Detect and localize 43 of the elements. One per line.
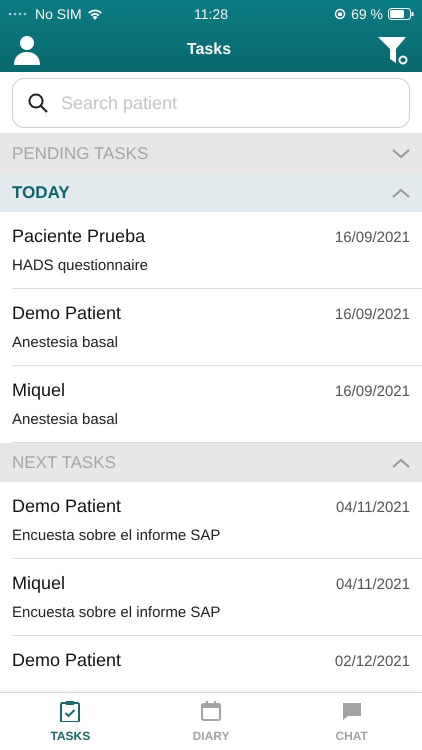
clock-text: 11:28 <box>193 6 229 22</box>
task-date: 04/11/2021 <box>336 576 410 593</box>
chat-bubble-icon <box>340 700 363 722</box>
task-name: Anestesia basal <box>12 411 119 428</box>
calendar-icon <box>200 700 222 722</box>
filter-icon[interactable] <box>378 35 408 65</box>
patient-name: Paciente Prueba <box>12 226 146 247</box>
section-title: NEXT TASKS <box>12 452 116 472</box>
section-header[interactable]: TODAY <box>0 173 422 212</box>
screen-title: Tasks <box>186 41 232 59</box>
section-title: PENDING TASKS <box>12 144 148 164</box>
task-date: 16/09/2021 <box>334 306 410 323</box>
section-title: TODAY <box>12 182 70 202</box>
task-name: HADS questionnaire <box>12 257 149 274</box>
chevron-icon <box>392 148 410 158</box>
task-date: 02/12/2021 <box>334 653 410 670</box>
task-row[interactable]: Demo Patient 04/11/2021 Encuesta sobre el informe SAP <box>12 482 422 559</box>
patient-name: Demo Patient <box>12 650 122 671</box>
search-field[interactable]: Search patient <box>12 78 410 128</box>
task-name: Encuesta sobre el informe SAP <box>12 527 222 544</box>
task-name: Encuesta sobre el informe SAP <box>12 604 222 621</box>
battery-icon <box>388 8 414 20</box>
clipboard-icon <box>59 700 82 722</box>
chevron-icon <box>392 188 410 198</box>
task-name: Anestesia basal <box>12 334 119 351</box>
patient-name: Miquel <box>12 380 66 401</box>
wifi-icon <box>86 8 103 20</box>
task-row[interactable]: Paciente Prueba 16/09/2021 HADS questionnaire <box>12 212 422 289</box>
task-date: 16/09/2021 <box>334 229 410 246</box>
patient-name: Miquel <box>12 573 66 594</box>
task-date: 04/11/2021 <box>336 499 410 516</box>
chevron-icon <box>392 458 410 468</box>
task-row[interactable]: Miquel 04/11/2021 Encuesta sobre el informe SAP <box>12 559 422 636</box>
rotation-lock-icon <box>334 8 346 20</box>
battery-text: 69 % <box>351 6 383 22</box>
search-icon <box>28 93 48 113</box>
tab-button[interactable]: TASKS <box>0 693 141 750</box>
user-icon[interactable] <box>14 35 40 65</box>
patient-name: Demo Patient <box>12 496 122 517</box>
task-date: 16/09/2021 <box>334 383 410 400</box>
task-row[interactable]: Demo Patient 16/09/2021 Anestesia basal <box>12 289 422 366</box>
carrier-text: No SIM <box>35 6 82 22</box>
patient-name: Demo Patient <box>12 303 122 324</box>
